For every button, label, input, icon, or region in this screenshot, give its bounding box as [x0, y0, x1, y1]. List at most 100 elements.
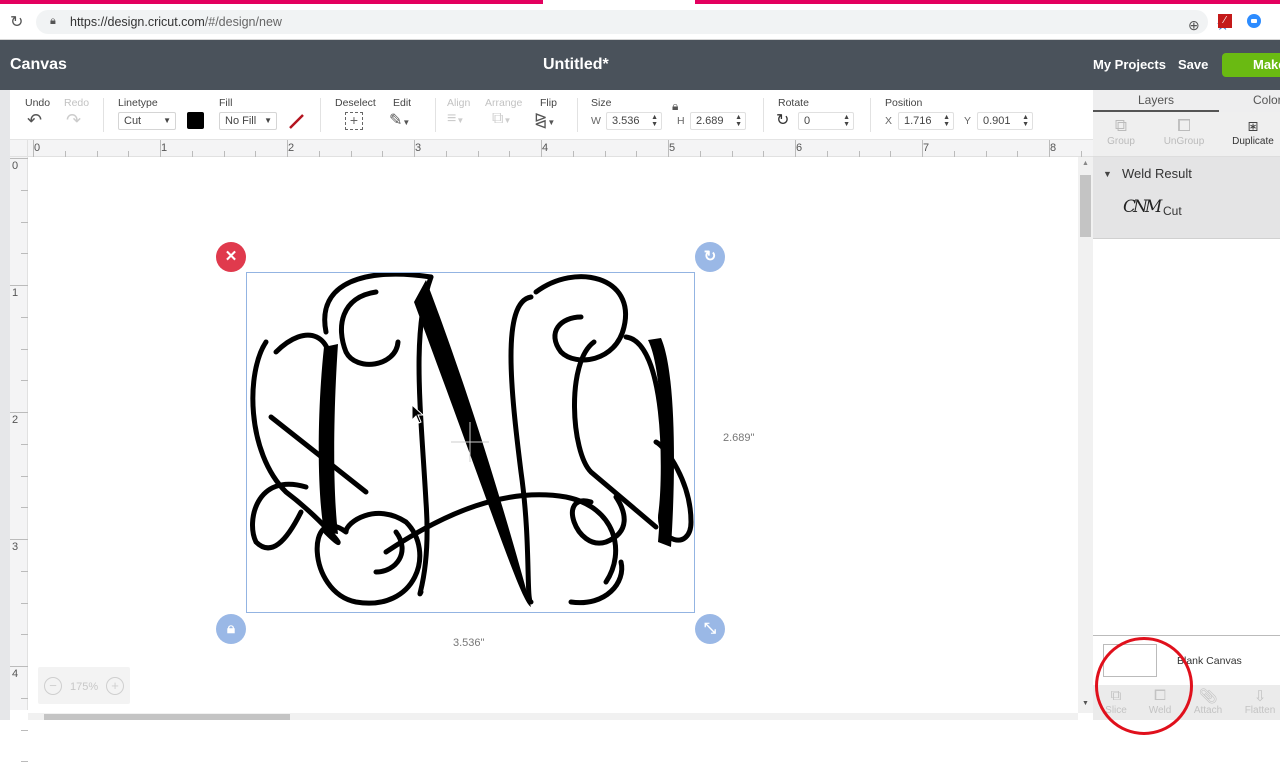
rotate-handle-icon[interactable]: ↻ [695, 242, 725, 272]
vertical-scroll-thumb[interactable] [1080, 175, 1091, 237]
vertical-scrollbar[interactable]: ▲ ▼ [1078, 157, 1093, 713]
ruler-major-tick [10, 539, 28, 540]
undo-icon[interactable]: ↶ [27, 110, 42, 131]
horizontal-scrollbar[interactable] [28, 713, 1078, 720]
zoom-level: 175% [70, 681, 99, 693]
ruler-minor-tick [21, 253, 28, 255]
tab-layers[interactable]: Layers [1093, 90, 1219, 112]
x-position-input[interactable]: 1.716 ▲ ▼ [898, 112, 954, 130]
layer-group-weld-result[interactable]: ▼ Weld Result CNM Cut [1093, 157, 1280, 239]
divider [435, 98, 436, 132]
deselect-icon[interactable]: + [345, 112, 363, 130]
zoom-icon[interactable]: ⊕ [1188, 17, 1200, 34]
fill-value: No Fill [225, 115, 257, 127]
panel-tabs: Layers Color Sync [1093, 90, 1280, 127]
url-host: https://design.cricut.com [70, 15, 205, 29]
edit-toolbar: Undo ↶ Redo ↷ Linetype Cut ▼ Fill No Fill… [10, 90, 1093, 140]
ruler-label: 5 [669, 142, 676, 154]
width-value: 3.536 [612, 115, 640, 127]
layer-linetype: Cut [1163, 204, 1182, 218]
edit-tools-icon[interactable]: ✎▼ [389, 110, 410, 130]
lock-handle-icon[interactable]: 🔒︎ [216, 614, 246, 644]
width-input[interactable]: 3.536 ▲ ▼ [606, 112, 662, 130]
duplicate-button[interactable]: ⧆ Duplicate [1223, 116, 1280, 147]
stepper-icon[interactable]: ▲ ▼ [1022, 114, 1029, 128]
x-value: 1.716 [904, 115, 932, 127]
fill-label: Fill [219, 97, 233, 109]
zoom-in-button[interactable]: + [106, 677, 124, 695]
lock-aspect-icon[interactable]: 🔒︎ [672, 99, 678, 114]
stepper-icon[interactable]: ▲ ▼ [943, 114, 950, 128]
ruler-label: 8 [1050, 142, 1057, 154]
no-fill-swatch-icon[interactable] [287, 112, 305, 130]
height-input[interactable]: 2.689 ▲ ▼ [690, 112, 746, 130]
size-label: Size [591, 97, 612, 109]
y-position-input[interactable]: 0.901 ▲ ▼ [977, 112, 1033, 130]
ruler-minor-tick [21, 729, 28, 731]
undo-label: Undo [25, 97, 51, 109]
scroll-down-icon[interactable]: ▼ [1082, 700, 1089, 707]
save-button[interactable]: Save [1178, 57, 1208, 72]
ruler-major-tick [10, 285, 28, 286]
my-projects-link[interactable]: My Projects [1093, 57, 1166, 72]
ruler-minor-tick [21, 221, 28, 223]
y-label: Y [964, 115, 972, 127]
reload-icon[interactable]: ↻ [10, 12, 23, 32]
ruler-label: 1 [161, 142, 168, 154]
divider [763, 98, 764, 132]
ruler-minor-tick [21, 189, 28, 191]
url-path: /#/design/new [204, 15, 282, 29]
scroll-up-icon[interactable]: ▲ [1082, 160, 1089, 167]
caret-down-icon[interactable]: ▼ [1103, 169, 1112, 179]
deselect-label: Deselect [335, 97, 376, 109]
ruler-label: 3 [12, 541, 19, 553]
zoom-control: − 175% + [38, 667, 130, 704]
height-value: 2.689 [696, 115, 724, 127]
ruler-label: 3 [415, 142, 422, 154]
group-button: ⧉ Group [1091, 116, 1151, 147]
attach-label: Attach [1193, 705, 1223, 716]
zoom-out-button[interactable]: − [44, 677, 62, 695]
rotate-input[interactable]: 0 ▲ ▼ [798, 112, 854, 130]
ungroup-label: UnGroup [1163, 136, 1205, 147]
arrange-icon: ⧉▼ [492, 110, 512, 127]
rotate-value: 0 [804, 115, 811, 127]
redo-label: Redo [64, 97, 90, 109]
zoom-meeting-icon[interactable] [1247, 14, 1261, 28]
tab-strip-accent [0, 0, 543, 4]
app-header: Canvas Untitled* My Projects Save Make I… [0, 40, 1280, 90]
extension-icon[interactable]: ⁄ [1218, 14, 1232, 28]
ruler-label: 0 [34, 142, 41, 154]
ruler-minor-tick [21, 380, 28, 382]
document-title[interactable]: Untitled* [543, 56, 609, 74]
stepper-icon[interactable]: ▲ ▼ [843, 114, 850, 128]
ruler-label: 1 [12, 287, 19, 299]
resize-handle-icon[interactable]: ⤡ [695, 614, 725, 644]
flip-icon[interactable]: ⧎▼ [534, 110, 555, 130]
ruler-label: 4 [12, 668, 19, 680]
divider [320, 98, 321, 132]
edit-label: Edit [393, 97, 412, 109]
ruler-minor-tick [21, 634, 28, 636]
linetype-value: Cut [124, 115, 142, 127]
linetype-select[interactable]: Cut ▼ [118, 112, 176, 130]
stepper-icon[interactable]: ▲ ▼ [735, 114, 742, 128]
flatten-icon: ⇩ [1253, 688, 1267, 705]
layer-list: ▼ Weld Result CNM Cut [1093, 157, 1280, 635]
stepper-icon[interactable]: ▲ ▼ [651, 114, 658, 128]
url-input[interactable]: 🔒︎ https://design.cricut.com/#/design/ne… [36, 10, 1229, 34]
make-it-button[interactable]: Make It [1222, 53, 1280, 77]
width-label: W [591, 115, 601, 127]
linetype-label: Linetype [118, 97, 158, 109]
ruler-label: 0 [12, 160, 19, 172]
selection-bounding-box[interactable] [246, 272, 695, 613]
ruler-minor-tick [21, 475, 28, 477]
ruler-minor-tick [21, 570, 28, 572]
chevron-down-icon: ▼ [264, 116, 272, 125]
delete-handle-icon[interactable]: ✕ [216, 242, 246, 272]
horizontal-scroll-thumb[interactable] [44, 714, 290, 720]
divider [870, 98, 871, 132]
divider [577, 98, 578, 132]
fill-select[interactable]: No Fill ▼ [219, 112, 277, 130]
linetype-color-swatch[interactable] [187, 112, 204, 129]
